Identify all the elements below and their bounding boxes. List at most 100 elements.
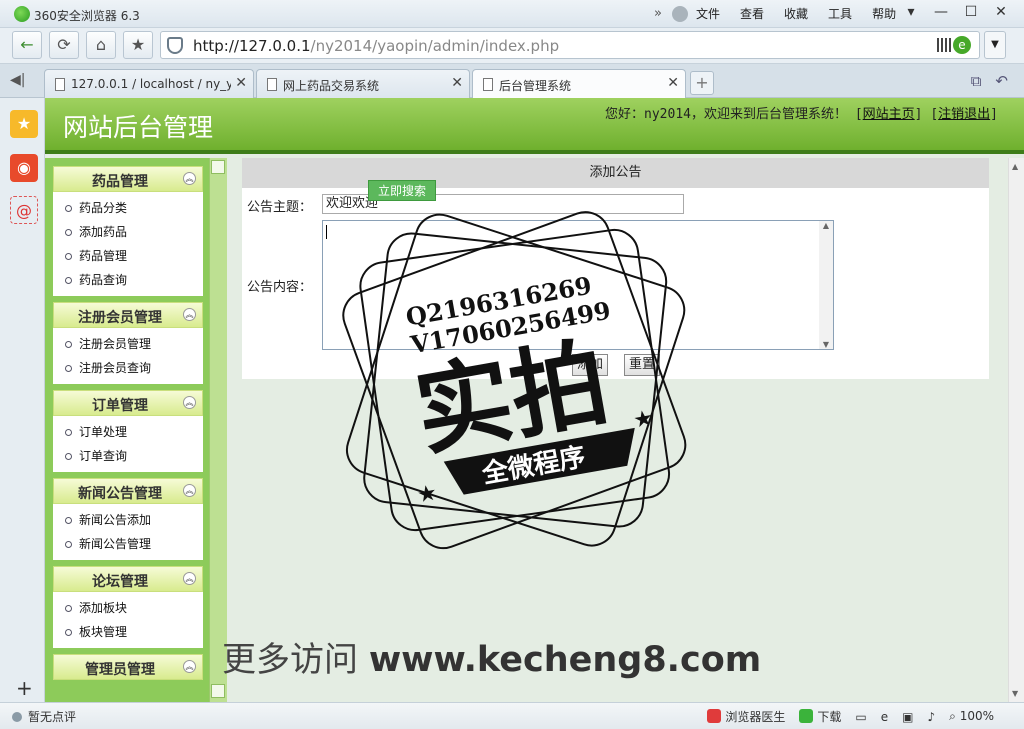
minimize-button[interactable]: — <box>926 2 956 24</box>
shield-icon <box>167 37 183 54</box>
tab-admin-active[interactable]: 后台管理系统 ✕ <box>472 69 686 99</box>
chevron-right-icon[interactable]: » <box>654 6 668 21</box>
navigation-bar: ← ⟳ ⌂ ★ http://127.0.0.1/ny2014/yaopin/a… <box>0 28 1024 64</box>
menu-favorites[interactable]: 收藏 <box>784 5 808 22</box>
restore-window-icon[interactable]: ⧉ <box>971 72 982 90</box>
qr-code-icon[interactable] <box>937 38 951 52</box>
translate-icon[interactable]: ▭ <box>855 710 866 724</box>
nav-group-header[interactable]: 注册会员管理 ︽ <box>53 302 203 328</box>
user-icon[interactable] <box>672 5 688 22</box>
sidebar-toggle-icon[interactable]: ◀| <box>10 72 25 88</box>
skin-icon[interactable]: ▾ <box>896 2 926 24</box>
nav-item-add-board[interactable]: 添加板块 <box>65 596 203 620</box>
browser-sidebar: ★ ◉ @ + <box>0 98 45 702</box>
window-icon[interactable]: ▣ <box>902 710 913 724</box>
weibo-icon[interactable]: ◉ <box>10 154 38 182</box>
main-frame: 添加公告 公告主题： 欢迎欢迎 公告内容： ▲ ▼ 添加 重置 立即搜索 ▲ ▼ <box>227 158 1024 702</box>
menu-tools[interactable]: 工具 <box>828 5 852 22</box>
tab-localhost[interactable]: 127.0.0.1 / localhost / ny_ya ✕ <box>44 69 254 98</box>
mail-icon[interactable]: @ <box>10 196 38 224</box>
nav-group-header[interactable]: 新闻公告管理 ︽ <box>53 478 203 504</box>
nav-item-board-manage[interactable]: 板块管理 <box>65 620 203 644</box>
text-cursor <box>326 225 327 239</box>
admin-sidebar: 药品管理 ︽ 药品分类 添加药品 药品管理 药品查询 注册会员管理 ︽ 注册会员管理… <box>45 158 227 702</box>
url-text[interactable]: http://127.0.0.1/ny2014/yaopin/admin/ind… <box>193 37 559 55</box>
zoom-control[interactable]: ⌕ 100% <box>949 709 994 724</box>
nav-group-header[interactable]: 订单管理 ︽ <box>53 390 203 416</box>
nav-group-members: 注册会员管理 ︽ 注册会员管理 注册会员查询 <box>53 302 203 384</box>
back-button[interactable]: ← <box>12 31 42 59</box>
frame-splitter[interactable] <box>209 158 227 702</box>
collapse-icon[interactable]: ︽ <box>183 308 196 321</box>
scroll-down-icon[interactable]: ▼ <box>1012 689 1018 698</box>
textarea-scrollbar[interactable]: ▲ ▼ <box>819 221 833 349</box>
form-heading: 添加公告 <box>242 158 989 188</box>
address-dropdown-button[interactable]: ▼ <box>984 31 1006 59</box>
nav-group-header[interactable]: 论坛管理 ︽ <box>53 566 203 592</box>
sound-icon[interactable]: ♪ <box>927 710 935 724</box>
content-textarea[interactable]: ▲ ▼ <box>322 220 834 350</box>
window-title: 360安全浏览器 6.3 <box>34 9 140 23</box>
tab-close-icon[interactable]: ✕ <box>667 75 679 91</box>
refresh-button[interactable]: ⟳ <box>49 31 79 59</box>
splitter-top-button[interactable] <box>211 160 225 174</box>
tab-close-icon[interactable]: ✕ <box>451 75 463 91</box>
nav-item-order-query[interactable]: 订单查询 <box>65 444 203 468</box>
download-button[interactable]: 下载 <box>799 708 841 725</box>
collapse-icon[interactable]: ︽ <box>183 396 196 409</box>
browser-doctor[interactable]: 浏览器医生 <box>707 708 785 725</box>
collapse-icon[interactable]: ︽ <box>183 572 196 585</box>
tab-tools: ⧉ ↶ <box>971 72 1008 90</box>
nav-item-drug-category[interactable]: 药品分类 <box>65 196 203 220</box>
document-icon <box>483 78 493 91</box>
collapse-icon[interactable]: ︽ <box>183 660 196 673</box>
search-tooltip[interactable]: 立即搜索 <box>368 180 436 201</box>
nav-group-header[interactable]: 药品管理 ︽ <box>53 166 203 192</box>
maximize-button[interactable]: ☐ <box>956 2 986 24</box>
nav-item-order-process[interactable]: 订单处理 <box>65 420 203 444</box>
engine-icon[interactable]: e <box>953 36 971 54</box>
menu-file[interactable]: 文件 <box>696 5 720 22</box>
home-link[interactable]: 网站主页 <box>863 107 915 122</box>
tab-close-icon[interactable]: ✕ <box>235 75 247 91</box>
tab-bar: ◀| 127.0.0.1 / localhost / ny_ya ✕ 网上药品交… <box>0 64 1024 99</box>
nav-item-member-query[interactable]: 注册会员查询 <box>65 356 203 380</box>
add-sidebar-icon[interactable]: + <box>16 676 33 700</box>
site-title: 网站后台管理 <box>63 113 214 142</box>
watermark-prefix: 更多访问 <box>222 640 358 680</box>
nav-item-drug-manage[interactable]: 药品管理 <box>65 244 203 268</box>
collapse-icon[interactable]: ︽ <box>183 484 196 497</box>
add-notice-form: 添加公告 公告主题： 欢迎欢迎 公告内容： ▲ ▼ 添加 重置 <box>242 158 989 379</box>
page-scrollbar[interactable]: ▲ ▼ <box>1008 158 1024 702</box>
tab-pharmacy-site[interactable]: 网上药品交易系统 ✕ <box>256 69 470 98</box>
favorites-star-icon[interactable]: ★ <box>10 110 38 138</box>
menu-help[interactable]: 帮助 <box>872 5 896 22</box>
nav-item-news-manage[interactable]: 新闻公告管理 <box>65 532 203 556</box>
reset-button[interactable]: 重置 <box>624 354 661 376</box>
favorite-star-button[interactable]: ★ <box>123 31 153 59</box>
document-icon <box>55 78 65 91</box>
watermark: 更多访问 www.kecheng8.com <box>222 632 761 681</box>
nav-group-forum: 论坛管理 ︽ 添加板块 板块管理 <box>53 566 203 648</box>
ie-icon[interactable]: e <box>881 710 888 724</box>
scroll-up-icon[interactable]: ▲ <box>1012 162 1018 171</box>
collapse-icon[interactable]: ︽ <box>183 172 196 185</box>
nav-item-drug-query[interactable]: 药品查询 <box>65 268 203 292</box>
splitter-bottom-button[interactable] <box>211 684 225 698</box>
nav-item-add-drug[interactable]: 添加药品 <box>65 220 203 244</box>
nav-item-news-add[interactable]: 新闻公告添加 <box>65 508 203 532</box>
close-button[interactable]: ✕ <box>986 2 1016 24</box>
nav-group-header[interactable]: 管理员管理 ︽ <box>53 654 203 680</box>
window-controls: ▾ — ☐ ✕ <box>896 2 1016 24</box>
welcome-bar: 您好：ny2014，欢迎来到后台管理系统！ [网站主页] [注销退出] <box>605 107 998 122</box>
home-button[interactable]: ⌂ <box>86 31 116 59</box>
logout-link[interactable]: 注销退出 <box>938 107 990 122</box>
new-tab-button[interactable]: + <box>690 71 714 95</box>
rating-status[interactable]: 暂无点评 <box>12 708 76 725</box>
nav-item-member-manage[interactable]: 注册会员管理 <box>65 332 203 356</box>
submit-button[interactable]: 添加 <box>572 354 609 376</box>
undo-close-icon[interactable]: ↶ <box>995 72 1008 90</box>
nav-group-news: 新闻公告管理 ︽ 新闻公告添加 新闻公告管理 <box>53 478 203 560</box>
menu-view[interactable]: 查看 <box>740 5 764 22</box>
address-bar[interactable]: http://127.0.0.1/ny2014/yaopin/admin/ind… <box>160 31 980 59</box>
